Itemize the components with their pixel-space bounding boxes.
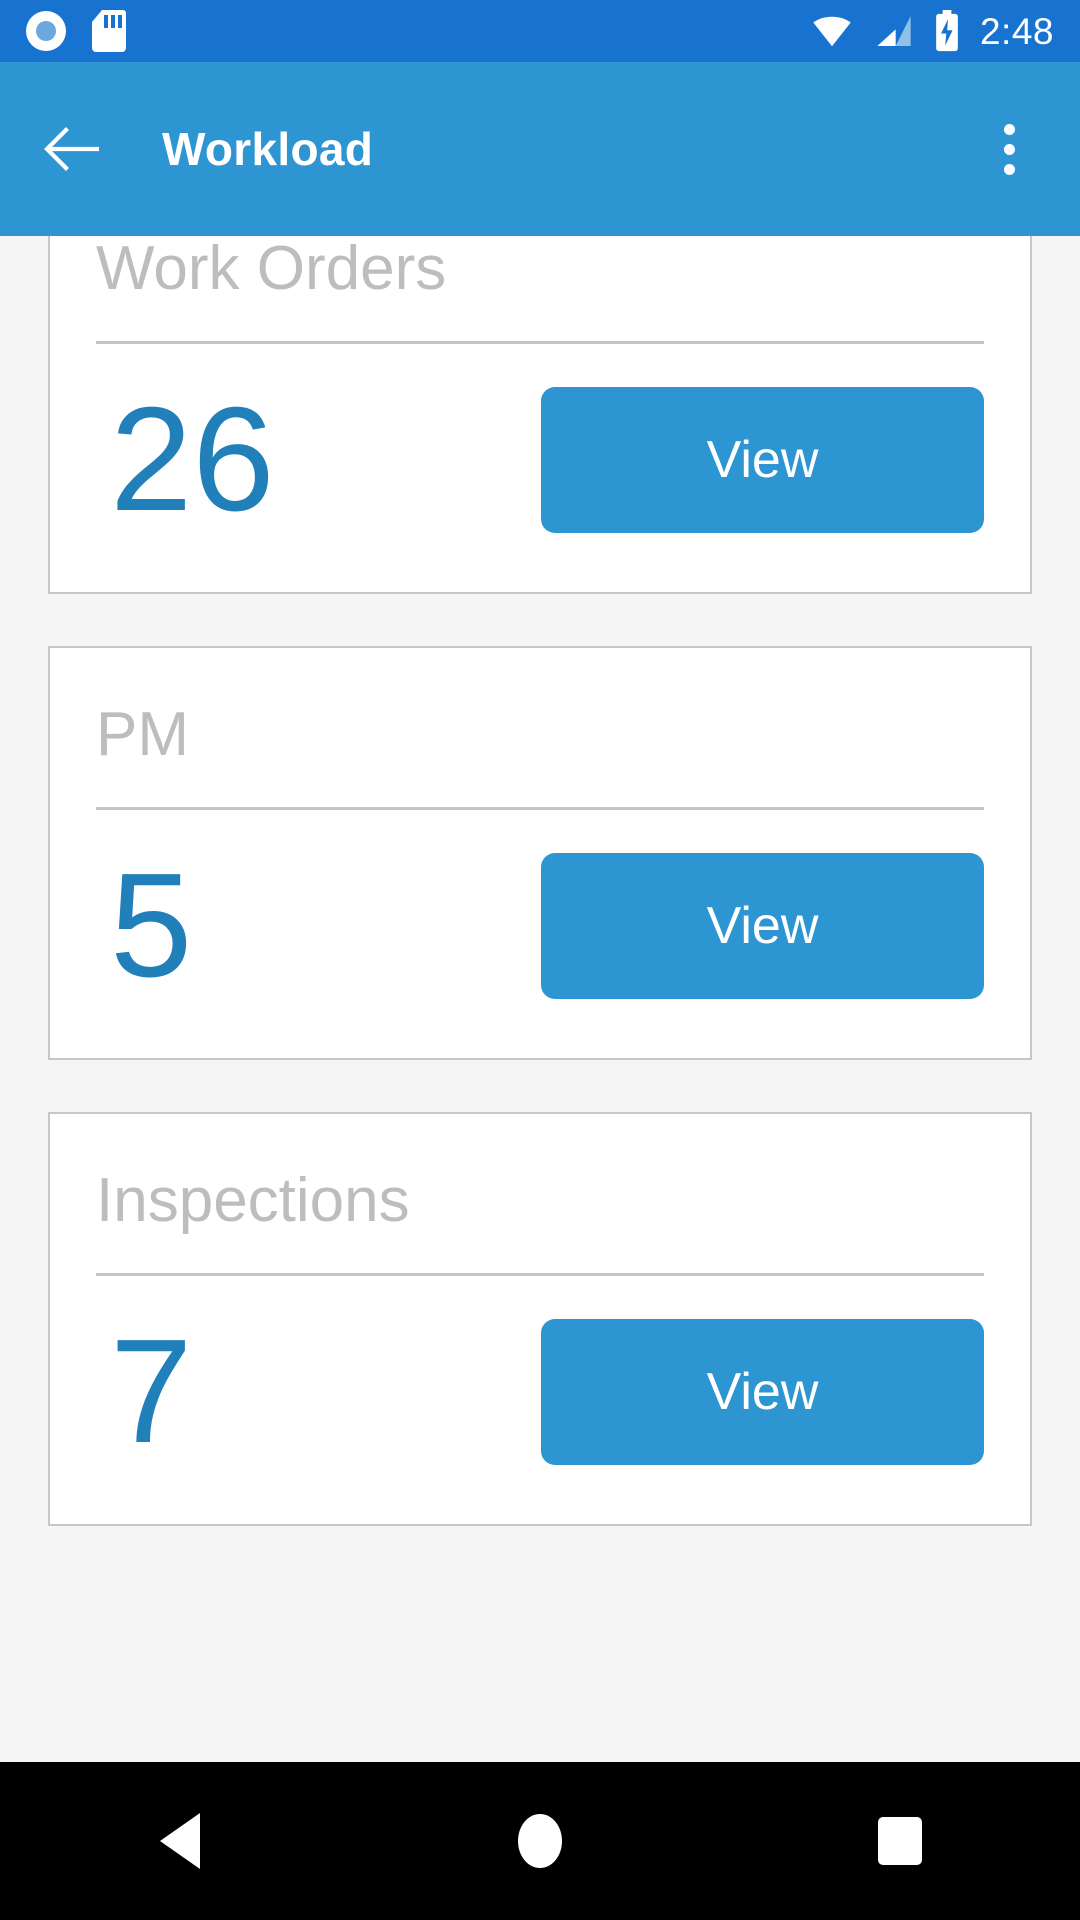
cellular-signal-icon xyxy=(877,16,911,46)
back-button[interactable] xyxy=(36,112,110,186)
workload-card-list[interactable]: Work Orders 26 View PM 5 View Inspection… xyxy=(0,236,1080,1762)
nav-back-button[interactable] xyxy=(110,1762,250,1920)
workload-card[interactable]: Work Orders 26 View xyxy=(48,236,1032,595)
page-title: Workload xyxy=(162,123,374,175)
screen-record-icon xyxy=(26,11,66,51)
nav-home-button[interactable] xyxy=(470,1762,610,1920)
arrow-back-icon xyxy=(44,127,99,171)
view-button[interactable]: View xyxy=(541,853,984,1000)
card-count: 5 xyxy=(110,843,193,1009)
triangle-back-icon xyxy=(160,1813,200,1869)
phone-screen: 2:48 Workload Work Orders 26 View PM 5 V… xyxy=(0,0,1080,1920)
card-body: 7 View xyxy=(96,1276,984,1524)
nav-recents-button[interactable] xyxy=(830,1762,970,1920)
more-vertical-icon-dot xyxy=(1003,163,1015,175)
card-title: Inspections xyxy=(96,1166,410,1236)
status-bar-clock: 2:48 xyxy=(979,10,1054,52)
card-body: 5 View xyxy=(96,810,984,1058)
card-title: Work Orders xyxy=(96,236,447,303)
view-button[interactable]: View xyxy=(541,387,984,534)
sd-card-icon xyxy=(92,10,126,52)
battery-charging-icon xyxy=(936,10,958,52)
card-title: PM xyxy=(96,700,189,770)
view-button[interactable]: View xyxy=(541,1319,984,1466)
card-count: 26 xyxy=(110,377,275,543)
more-vertical-icon-dot xyxy=(1003,143,1015,155)
status-bar: 2:48 xyxy=(0,0,1080,62)
workload-card[interactable]: Inspections 7 View xyxy=(48,1112,1032,1527)
circle-home-icon xyxy=(518,1814,562,1868)
card-count: 7 xyxy=(110,1309,193,1475)
more-vertical-icon-dot xyxy=(1003,123,1015,135)
overflow-menu-button[interactable] xyxy=(974,106,1044,192)
status-bar-left-icons xyxy=(26,10,126,52)
wifi-icon xyxy=(813,16,851,47)
card-body: 26 View xyxy=(96,344,984,592)
square-recents-icon xyxy=(878,1817,922,1865)
app-bar: Workload xyxy=(0,62,1080,236)
workload-card[interactable]: PM 5 View xyxy=(48,646,1032,1061)
system-navigation-bar xyxy=(0,1762,1080,1920)
status-bar-right-icons: 2:48 xyxy=(810,10,1054,52)
